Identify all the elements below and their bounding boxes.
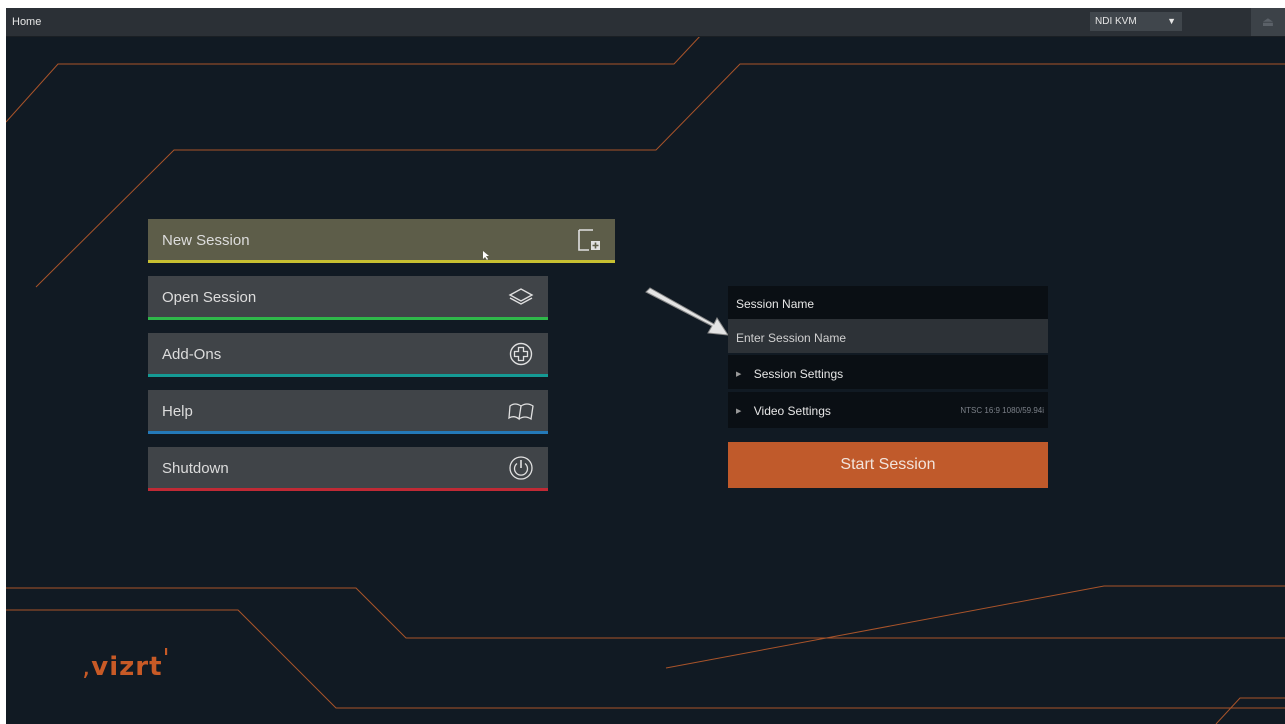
shutdown-button[interactable]: Shutdown [148,447,548,491]
home-screen: Home NDI KVM ▼ ⏏ New Session Open Sessio… [6,8,1285,724]
shutdown-label: Shutdown [162,460,229,477]
output-select-dropdown[interactable]: NDI KVM ▼ [1090,12,1182,31]
video-settings-expander[interactable]: ▶ Video Settings NTSC 16:9 1080/59.94i [728,392,1048,428]
open-session-stripe [148,317,548,320]
vizrt-logo: ,vizrt' [82,644,171,682]
session-settings-label: Session Settings [753,367,844,381]
add-ons-icon [509,342,533,366]
open-session-button[interactable]: Open Session [148,276,548,320]
shutdown-stripe [148,488,548,491]
add-ons-stripe [148,374,548,377]
eject-icon[interactable]: ⏏ [1251,8,1285,36]
session-name-input[interactable]: Enter Session Name [728,319,1048,353]
video-format-value: NTSC 16:9 1080/59.94i [960,406,1044,415]
help-button[interactable]: Help [148,390,548,434]
power-icon [509,456,533,480]
chevron-right-icon: ▶ [736,371,742,378]
output-select-value: NDI KVM [1095,16,1137,27]
session-name-label: Session Name [736,297,815,311]
help-stripe [148,431,548,434]
help-label: Help [162,403,193,420]
help-book-icon [508,403,534,421]
page-title: Home [12,16,42,28]
top-bar: Home NDI KVM ▼ ⏏ [6,8,1285,37]
open-session-label: Open Session [162,289,257,306]
start-session-button[interactable]: Start Session [728,442,1048,488]
chevron-right-icon: ▶ [736,408,742,415]
new-session-label: New Session [162,232,250,249]
add-ons-label: Add-Ons [162,346,222,363]
session-settings-expander[interactable]: ▶ Session Settings [728,355,1048,389]
new-session-button[interactable]: New Session [148,219,615,263]
new-session-icon [578,229,600,251]
add-ons-button[interactable]: Add-Ons [148,333,548,377]
chevron-down-icon: ▼ [1167,16,1176,26]
video-settings-label: Video Settings [753,404,831,418]
open-session-icon [508,288,534,305]
mouse-cursor [483,251,489,260]
callout-arrow [645,287,729,336]
new-session-stripe [148,260,615,263]
session-name-header: Session Name [728,286,1048,319]
session-name-placeholder: Enter Session Name [736,331,847,345]
